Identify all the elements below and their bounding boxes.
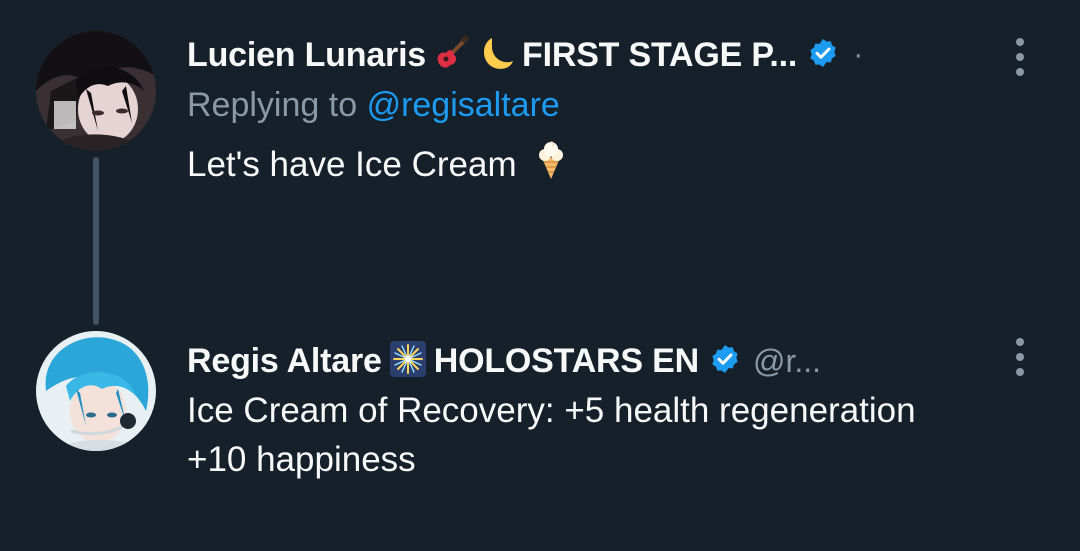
tweet-text-line-2: +10 happiness [187, 440, 416, 479]
tweet-content: Regis Altare HOLOSTARS EN @r... Ice Crea… [187, 336, 1000, 484]
crescent-moon-icon [478, 35, 514, 76]
tweet-regis[interactable]: Regis Altare HOLOSTARS EN @r... Ice Crea… [0, 330, 1080, 551]
display-name[interactable]: Regis Altare [187, 342, 382, 381]
verified-badge-icon [807, 37, 839, 74]
name-suffix: FIRST STAGE P... [522, 35, 798, 74]
sparkler-icon [389, 340, 426, 382]
separator-dot: · [853, 38, 864, 71]
thread-connector-line [93, 157, 99, 325]
replying-prefix: Replying to [187, 86, 358, 124]
tweet-lucien[interactable]: Lucien Lunaris FIRST STAGE P... · Replyi… [0, 0, 1080, 330]
tweet-text: Ice Cream of Recovery: +5 health regener… [187, 386, 1000, 484]
avatar[interactable] [36, 331, 156, 451]
verified-badge-icon [709, 343, 741, 380]
avatar-regis-image [36, 331, 156, 451]
tweet-text-content: Let's have Ice Cream [187, 145, 517, 184]
author-row: Lucien Lunaris FIRST STAGE P... · [187, 30, 1000, 80]
replying-to: Replying to @regisaltare [187, 86, 1000, 130]
avatar-lucien-image [36, 31, 156, 151]
guitar-icon [434, 34, 470, 76]
more-options-icon[interactable] [1008, 34, 1032, 80]
tweet-content: Lucien Lunaris FIRST STAGE P... · Replyi… [187, 30, 1000, 193]
display-name[interactable]: Lucien Lunaris [187, 36, 426, 75]
replying-handle-link[interactable]: @regisaltare [367, 86, 560, 124]
avatar[interactable] [36, 31, 156, 151]
name-suffix: HOLOSTARS EN [433, 341, 699, 380]
handle[interactable]: @r... [753, 343, 821, 380]
author-row: Regis Altare HOLOSTARS EN @r... [187, 336, 1000, 386]
tweet-text-line-1: Ice Cream of Recovery: +5 health regener… [187, 391, 916, 430]
tweet-text: Let's have Ice Cream [187, 140, 1000, 193]
conversation-thread: Lucien Lunaris FIRST STAGE P... · Replyi… [0, 0, 1080, 551]
ice-cream-icon [534, 140, 568, 193]
more-options-icon[interactable] [1008, 334, 1032, 380]
